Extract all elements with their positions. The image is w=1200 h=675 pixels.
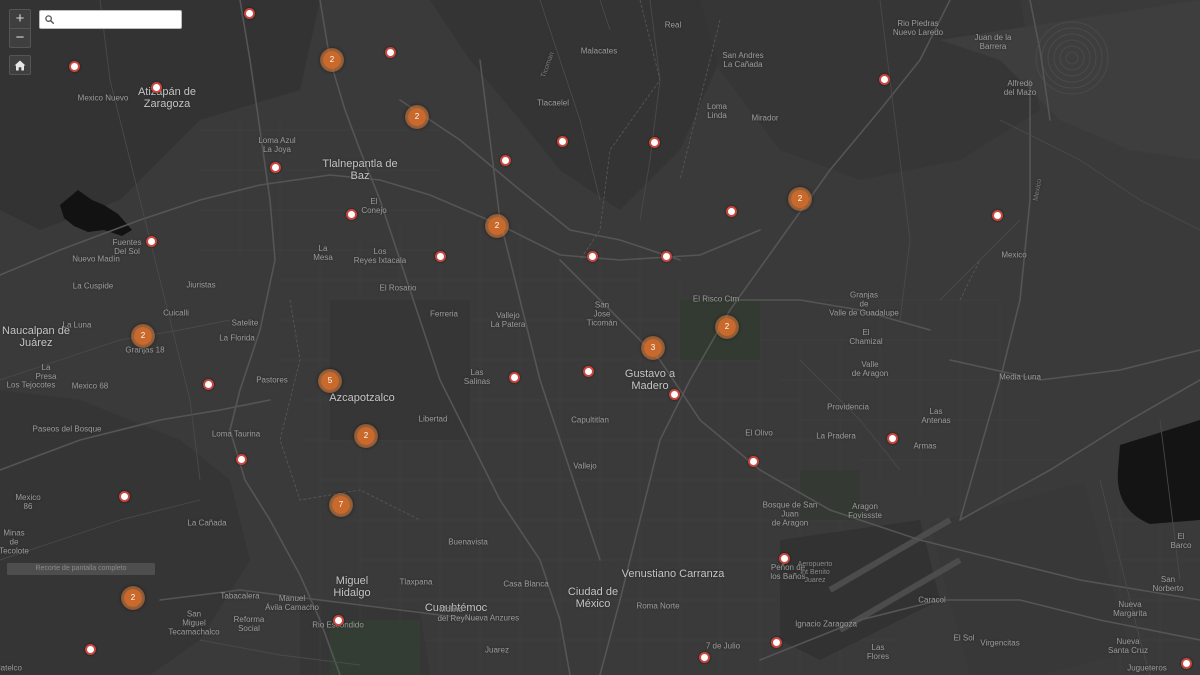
zoom-in-button[interactable]: + [10, 10, 30, 28]
location-marker[interactable] [235, 453, 247, 465]
cluster-marker[interactable]: 2 [131, 324, 155, 348]
location-marker[interactable] [434, 250, 446, 262]
location-marker[interactable] [499, 154, 511, 166]
location-marker[interactable] [878, 73, 890, 85]
location-marker[interactable] [202, 378, 214, 390]
location-marker[interactable] [725, 205, 737, 217]
location-marker[interactable] [243, 7, 255, 19]
location-marker[interactable] [586, 250, 598, 262]
basemap[interactable] [0, 0, 1200, 675]
lake-texcoco [1117, 420, 1200, 524]
cluster-marker[interactable]: 2 [788, 187, 812, 211]
fullscreen-snip-bar[interactable]: Recorte de pantalla completo [7, 563, 155, 575]
location-marker[interactable] [991, 209, 1003, 221]
home-button[interactable] [9, 55, 31, 75]
urban-areas [330, 300, 940, 675]
cluster-marker[interactable]: 2 [405, 105, 429, 129]
location-marker[interactable] [508, 371, 520, 383]
location-marker[interactable] [648, 136, 660, 148]
location-marker[interactable] [660, 250, 672, 262]
cluster-marker[interactable]: 5 [318, 369, 342, 393]
location-marker[interactable] [886, 432, 898, 444]
cluster-marker[interactable]: 3 [641, 336, 665, 360]
location-marker[interactable] [332, 614, 344, 626]
location-marker[interactable] [698, 651, 710, 663]
location-marker[interactable] [269, 161, 281, 173]
cluster-marker[interactable]: 2 [715, 315, 739, 339]
location-marker[interactable] [747, 455, 759, 467]
cluster-marker[interactable]: 2 [354, 424, 378, 448]
location-marker[interactable] [145, 235, 157, 247]
zoom-control: + − [9, 9, 31, 48]
search-icon [45, 15, 54, 24]
location-marker[interactable] [1180, 657, 1192, 669]
search-box[interactable] [39, 10, 182, 29]
zoom-out-button[interactable]: − [10, 29, 30, 47]
location-marker[interactable] [118, 490, 130, 502]
location-marker[interactable] [582, 365, 594, 377]
location-marker[interactable] [770, 636, 782, 648]
cluster-marker[interactable]: 2 [485, 214, 509, 238]
location-marker[interactable] [345, 208, 357, 220]
location-marker[interactable] [150, 81, 162, 93]
location-marker[interactable] [68, 60, 80, 72]
cluster-marker[interactable]: 2 [320, 48, 344, 72]
home-icon [14, 60, 26, 70]
location-marker[interactable] [668, 388, 680, 400]
search-input[interactable] [58, 12, 176, 26]
location-marker[interactable] [556, 135, 568, 147]
cluster-marker[interactable]: 7 [329, 493, 353, 517]
cluster-marker[interactable]: 2 [121, 586, 145, 610]
location-marker[interactable] [84, 643, 96, 655]
location-marker[interactable] [384, 46, 396, 58]
map-view[interactable]: Atizapán de ZaragozaMexico NuevoTlalnepa… [0, 0, 1200, 675]
location-marker[interactable] [778, 552, 790, 564]
